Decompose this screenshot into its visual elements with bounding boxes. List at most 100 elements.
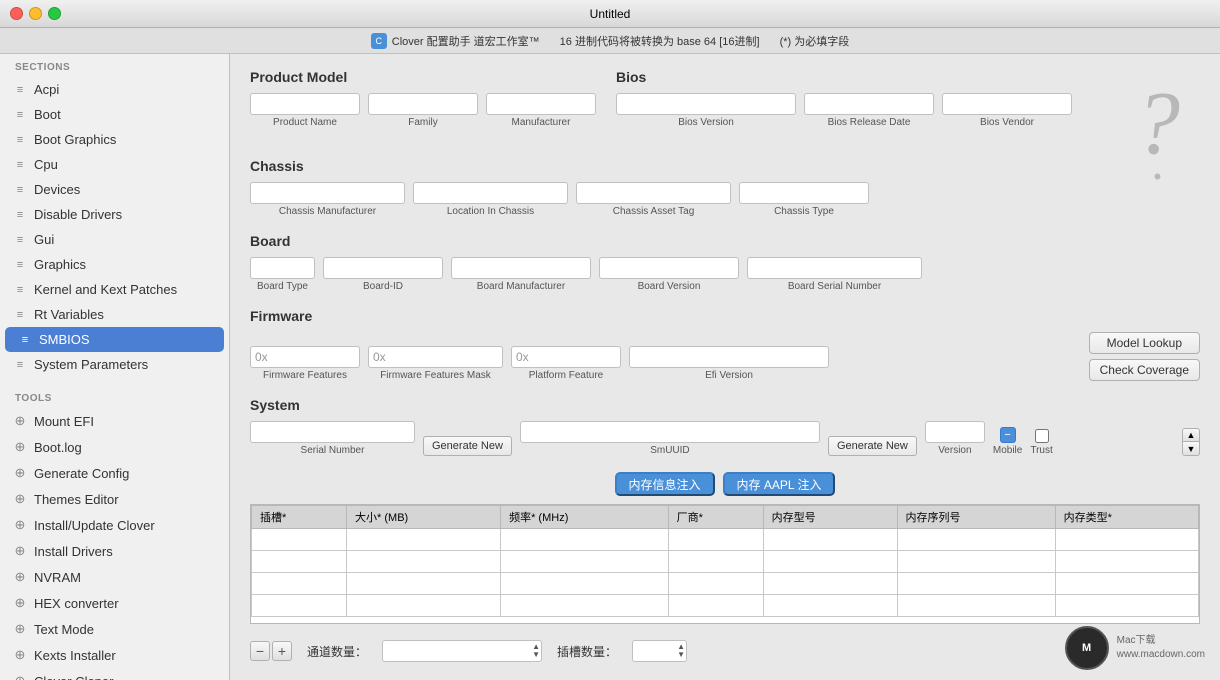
channel-count-select[interactable] [382,640,542,662]
bios-vendor-input[interactable] [942,93,1072,115]
board-type-input[interactable] [250,257,315,279]
sidebar-item-smbios[interactable]: ≡ SMBIOS [5,327,224,352]
clover-cloner-icon: ⊕ [12,673,28,680]
platform-feature-input[interactable] [511,346,621,368]
board-manufacturer-input[interactable] [451,257,591,279]
bios-vendor-label: Bios Vendor [942,117,1072,128]
empty-cell [763,573,897,595]
sidebar-item-boot-graphics[interactable]: ≡ Boot Graphics [0,127,229,152]
empty-cell [668,595,763,617]
firmware-features-input[interactable] [250,346,360,368]
gui-icon: ≡ [12,234,28,246]
asset-tag-input[interactable] [576,182,731,204]
firmware-mask-label: Firmware Features Mask [368,370,503,381]
generate-serial-button[interactable]: Generate New [423,436,512,456]
sidebar-item-install-clover[interactable]: ⊕ Install/Update Clover [0,512,229,538]
minimize-button[interactable] [29,7,42,20]
empty-cell [347,573,501,595]
channel-count-spinner[interactable]: ▲ ▼ [532,643,540,659]
sidebar-item-boot-log[interactable]: ⊕ Boot.log [0,434,229,460]
sidebar-item-hex-converter[interactable]: ⊕ HEX converter [0,590,229,616]
sidebar-item-acpi[interactable]: ≡ Acpi [0,77,229,102]
bios-version-label: Bios Version [616,117,796,128]
channel-down-btn[interactable]: ▼ [532,651,540,659]
mobile-checkbox[interactable]: − [1000,427,1016,443]
model-buttons: Model Lookup Check Coverage [1089,332,1200,381]
scroll-down-btn[interactable]: ▼ [1182,442,1200,456]
sidebar-item-gui[interactable]: ≡ Gui [0,227,229,252]
board-type-label: Board Type [250,281,315,292]
hex-notice: 16 进制代码将被转换为 base 64 [16进制] [560,33,760,49]
sidebar-item-text-mode[interactable]: ⊕ Text Mode [0,616,229,642]
trust-checkbox[interactable] [1035,429,1049,443]
bios-release-input[interactable] [804,93,934,115]
family-input[interactable] [368,93,478,115]
location-input[interactable] [413,182,568,204]
sidebar-item-nvram[interactable]: ⊕ NVRAM [0,564,229,590]
board-serial-input[interactable] [747,257,922,279]
firmware-title: Firmware [250,308,1200,324]
board-id-input[interactable] [323,257,443,279]
empty-row-4 [252,595,1199,617]
sidebar-item-install-drivers[interactable]: ⊕ Install Drivers [0,538,229,564]
boot-log-icon: ⊕ [12,439,28,455]
sidebar-item-themes-editor[interactable]: ⊕ Themes Editor [0,486,229,512]
sidebar-item-boot[interactable]: ≡ Boot [0,102,229,127]
board-version-input[interactable] [599,257,739,279]
infobar: C Clover 配置助手 道宏工作室™ 16 进制代码将被转换为 base 6… [0,28,1220,54]
sidebar: SECTIONS ≡ Acpi ≡ Boot ≡ Boot Graphics ≡… [0,54,230,680]
version-input[interactable] [925,421,985,443]
sidebar-item-generate-config[interactable]: ⊕ Generate Config [0,460,229,486]
scroll-spinner[interactable]: ▲ ▼ [1182,428,1200,456]
model-lookup-button[interactable]: Model Lookup [1089,332,1200,354]
slot-count-label: 插槽数量： [557,643,617,660]
remove-row-button[interactable]: − [250,641,270,661]
sidebar-item-cpu[interactable]: ≡ Cpu [0,152,229,177]
sidebar-item-mount-efi[interactable]: ⊕ Mount EFI [0,408,229,434]
bios-version-input[interactable] [616,93,796,115]
window-controls[interactable] [10,7,61,20]
chassis-manufacturer-input[interactable] [250,182,405,204]
smuuid-label: SmUUID [520,445,820,456]
sidebar-item-kernel-kext[interactable]: ≡ Kernel and Kext Patches [0,277,229,302]
close-button[interactable] [10,7,23,20]
titlebar: Untitled [0,0,1220,28]
bottom-controls: − + 通道数量： ▲ ▼ 插槽数量： [250,632,1200,670]
product-name-input[interactable] [250,93,360,115]
trust-checkbox-row [1035,429,1049,443]
smuuid-field-group: SmUUID [520,421,820,456]
sidebar-item-kexts-installer[interactable]: ⊕ Kexts Installer [0,642,229,668]
sidebar-item-system-parameters[interactable]: ≡ System Parameters [0,352,229,377]
family-label: Family [368,117,478,128]
memory-info-inject-button[interactable]: 内存信息注入 [615,472,715,496]
firmware-mask-input[interactable] [368,346,503,368]
chassis-type-input[interactable] [739,182,869,204]
col-vendor: 厂商* [668,506,763,529]
family-field-group: Family [368,93,478,128]
efi-version-label: Efi Version [629,370,829,381]
slot-down-btn[interactable]: ▼ [677,651,685,659]
add-remove-buttons: − + [250,641,292,661]
sidebar-item-devices[interactable]: ≡ Devices [0,177,229,202]
sidebar-item-label: Install Drivers [34,544,113,559]
col-model: 内存型号 [763,506,897,529]
manufacturer-label: Manufacturer [486,117,596,128]
efi-version-input[interactable] [629,346,829,368]
manufacturer-input[interactable] [486,93,596,115]
sidebar-item-graphics[interactable]: ≡ Graphics [0,252,229,277]
memory-aapl-inject-button[interactable]: 内存 AAPL 注入 [723,472,836,496]
smuuid-input[interactable] [520,421,820,443]
themes-editor-icon: ⊕ [12,491,28,507]
macdown-text: Mac下载 www.macdown.com [1117,634,1205,662]
sidebar-item-disable-drivers[interactable]: ≡ Disable Drivers [0,202,229,227]
maximize-button[interactable] [48,7,61,20]
add-row-button[interactable]: + [272,641,292,661]
board-title: Board [250,233,1200,249]
generate-smuuid-button[interactable]: Generate New [828,436,917,456]
check-coverage-button[interactable]: Check Coverage [1089,359,1200,381]
sidebar-item-rt-variables[interactable]: ≡ Rt Variables [0,302,229,327]
scroll-up-btn[interactable]: ▲ [1182,428,1200,442]
serial-number-input[interactable] [250,421,415,443]
slot-count-spinner[interactable]: ▲ ▼ [677,643,685,659]
sidebar-item-clover-cloner[interactable]: ⊕ Clover Cloner [0,668,229,680]
